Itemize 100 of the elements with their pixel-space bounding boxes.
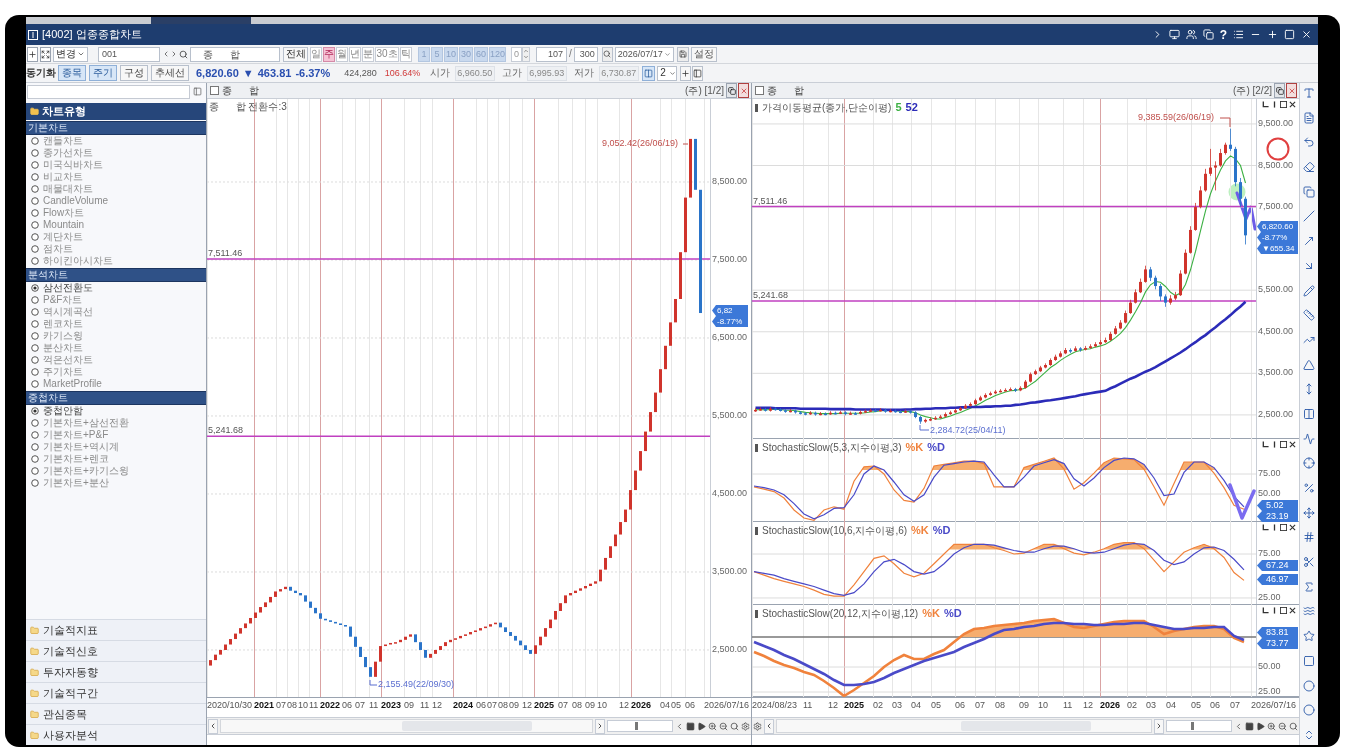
corner-icon[interactable]	[1262, 524, 1269, 531]
restore-button[interactable]	[1274, 83, 1285, 98]
radio-icon[interactable]	[31, 380, 39, 388]
save-button[interactable]	[676, 46, 689, 62]
all-button[interactable]: 전체	[283, 46, 308, 62]
chart-type-option[interactable]: 기본차트+카기스윙	[26, 465, 206, 477]
maximize-icon[interactable]	[1284, 29, 1295, 40]
radio-icon[interactable]	[31, 161, 39, 169]
chart-type-option[interactable]: 역시계곡선	[26, 306, 206, 318]
radio-icon[interactable]	[31, 455, 39, 463]
tick-field[interactable]: 0	[511, 46, 522, 62]
chart-type-option[interactable]: Flow차트	[26, 207, 206, 219]
scissors-icon[interactable]	[1303, 556, 1315, 569]
stop-icon[interactable]	[1245, 721, 1254, 731]
period-tab[interactable]: 분	[362, 46, 374, 62]
close-icon[interactable]	[1289, 101, 1296, 108]
chart-type-option[interactable]: 삼선전환도	[26, 282, 206, 294]
search-icon[interactable]	[1289, 721, 1298, 731]
chart-type-option[interactable]: 매물대차트	[26, 183, 206, 195]
chart-type-option[interactable]: 분산차트	[26, 342, 206, 354]
restore-button[interactable]	[726, 83, 737, 98]
folder-item[interactable]: 투자자동향	[26, 661, 206, 682]
folder-item[interactable]: 기술적지표	[26, 619, 206, 640]
chart-type-option[interactable]: MarketProfile	[26, 378, 206, 390]
scrollbar-thumb[interactable]	[402, 721, 532, 731]
mode-dropdown[interactable]: 변경	[53, 46, 88, 62]
ruler-icon[interactable]	[1303, 309, 1315, 322]
undo-icon[interactable]	[1303, 136, 1315, 149]
date-dropdown[interactable]: 2026/07/17	[614, 46, 674, 62]
date-search-button[interactable]	[601, 46, 613, 62]
percent-icon[interactable]	[1303, 482, 1315, 494]
star-icon[interactable]	[1303, 630, 1315, 643]
close-icon[interactable]	[1289, 441, 1296, 448]
gear-icon[interactable]	[753, 721, 762, 731]
pencil-icon[interactable]	[1303, 284, 1315, 297]
zoom-out-icon[interactable]	[719, 721, 728, 731]
bar-icon[interactable]	[1271, 524, 1278, 531]
caret-right-icon[interactable]	[170, 49, 178, 59]
scroll-left-button[interactable]	[208, 718, 218, 734]
panel-icon[interactable]	[193, 87, 202, 96]
radio-icon[interactable]	[31, 467, 39, 475]
chart-type-option[interactable]: Mountain	[26, 219, 206, 231]
arrow-up-right-icon[interactable]	[1303, 235, 1315, 248]
chart-type-option[interactable]: 하이킨아시차트	[26, 255, 206, 267]
chart-type-option[interactable]: 꺽은선차트	[26, 354, 206, 366]
chart-type-option[interactable]: 기본차트+렌코	[26, 453, 206, 465]
corner-icon[interactable]	[1262, 441, 1269, 448]
radio-icon[interactable]	[31, 344, 39, 352]
chart-type-option[interactable]: 비교차트	[26, 171, 206, 183]
list-icon[interactable]	[1233, 29, 1244, 40]
period-tab[interactable]: 30초	[375, 46, 399, 62]
close-button[interactable]	[1286, 83, 1297, 98]
zoom-slider[interactable]	[1166, 720, 1232, 732]
stop-icon[interactable]	[686, 721, 695, 731]
scroll-right-button[interactable]	[595, 718, 605, 734]
toggle-button[interactable]: 주기	[89, 65, 117, 81]
radio-icon[interactable]	[31, 149, 39, 157]
copy-icon[interactable]	[1202, 29, 1214, 40]
eraser-icon[interactable]	[1303, 161, 1315, 174]
folder-item[interactable]: 기술적신호	[26, 640, 206, 661]
radio-icon[interactable]	[31, 137, 39, 145]
layout-count-dropdown[interactable]: 2	[657, 65, 678, 81]
sigma-icon[interactable]	[1303, 580, 1315, 593]
triangle-icon[interactable]	[1303, 358, 1315, 371]
expand-button[interactable]	[40, 46, 51, 62]
square-icon[interactable]	[1280, 607, 1287, 614]
settings-button[interactable]: 설정	[690, 46, 717, 62]
slider-thumb[interactable]	[1191, 722, 1194, 730]
chart-type-option[interactable]: 미국식바차트	[26, 159, 206, 171]
radio-icon[interactable]	[31, 245, 39, 253]
max-count-field[interactable]: 300	[573, 46, 598, 62]
chart-type-option[interactable]: 계단차트	[26, 231, 206, 243]
close-button[interactable]	[738, 83, 749, 98]
radio-icon[interactable]	[31, 479, 39, 487]
period-tab[interactable]: 월	[336, 46, 348, 62]
help-button[interactable]: ?	[1219, 28, 1227, 41]
radio-icon[interactable]	[31, 407, 39, 415]
chart-type-option[interactable]: 점차트	[26, 243, 206, 255]
move-icon[interactable]	[1303, 506, 1315, 519]
radio-icon[interactable]	[31, 431, 39, 439]
bar-icon[interactable]	[1271, 101, 1278, 108]
chart-type-option[interactable]: 카기스윙	[26, 330, 206, 342]
radio-icon[interactable]	[31, 308, 39, 316]
folder-item[interactable]: 관심종목	[26, 703, 206, 724]
chart-type-option[interactable]: 렌코차트	[26, 318, 206, 330]
radio-icon[interactable]	[31, 257, 39, 265]
toggle-button[interactable]: 구성	[120, 65, 148, 81]
count-field[interactable]: 107	[536, 46, 567, 62]
checkbox[interactable]	[755, 86, 764, 95]
code-field[interactable]: 001	[98, 46, 160, 62]
copy-icon[interactable]	[1303, 185, 1315, 198]
chart-type-option[interactable]: CandleVolume	[26, 195, 206, 207]
chart-type-option[interactable]: 기본차트+삼선전환	[26, 417, 206, 429]
chart-option-button[interactable]	[692, 65, 704, 81]
square-icon[interactable]	[1280, 524, 1287, 531]
square-icon[interactable]	[1280, 441, 1287, 448]
chart-type-option[interactable]: P&F차트	[26, 294, 206, 306]
zoom-in-icon[interactable]	[1267, 721, 1276, 731]
users-icon[interactable]	[1185, 29, 1197, 40]
add-button[interactable]	[27, 46, 38, 62]
